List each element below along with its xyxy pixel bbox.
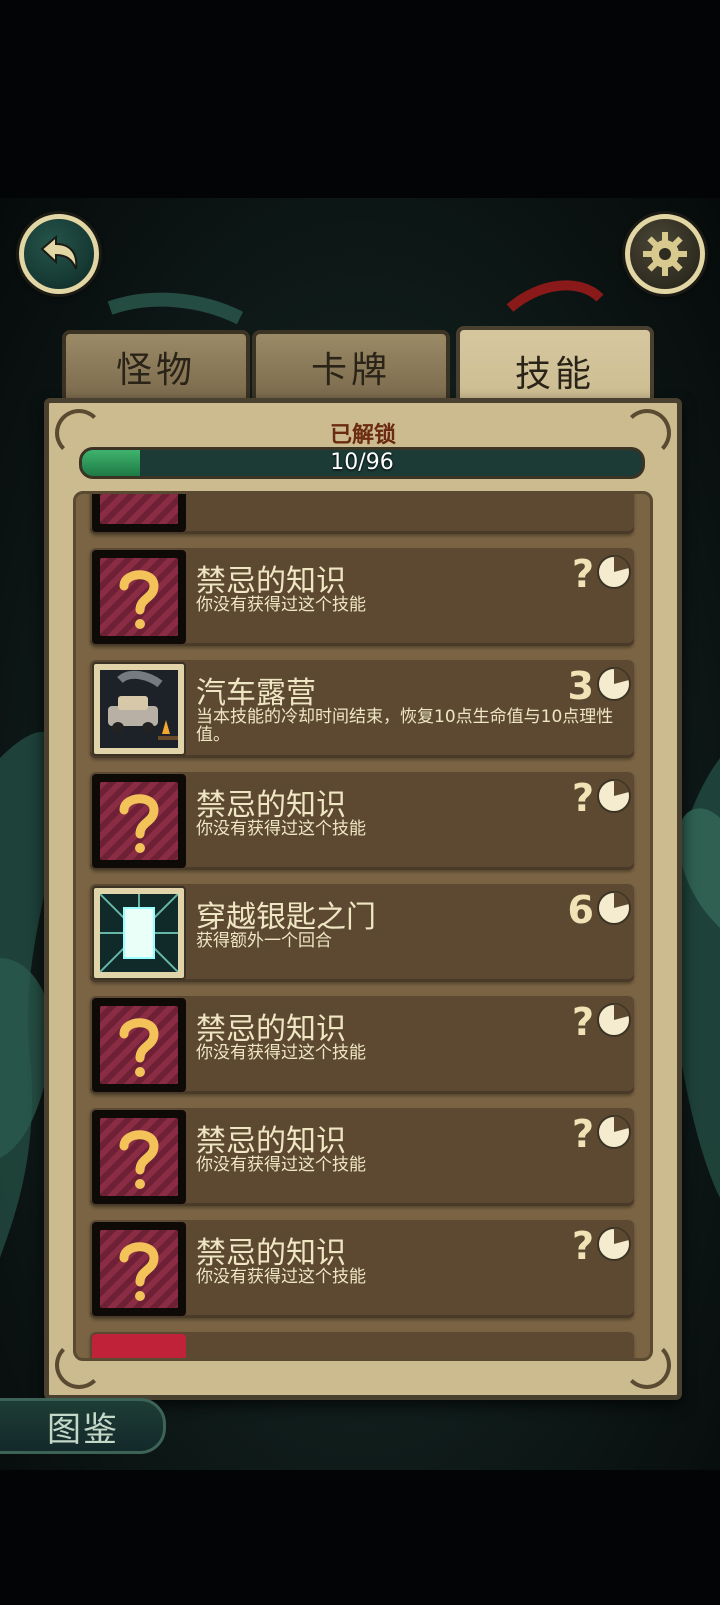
skill-row[interactable]: 禁忌的知识 你没有获得过这个技能?	[90, 548, 634, 646]
skill-name: 汽车露营	[196, 676, 316, 711]
cooldown-value: 3	[567, 664, 594, 708]
skill-name: 禁忌的知识	[196, 1124, 346, 1159]
skill-cooldown: 6	[568, 888, 632, 932]
cooldown-clock-icon	[596, 666, 632, 706]
cooldown-value: ?	[571, 552, 594, 596]
skill-name: 禁忌的知识	[196, 1012, 346, 1047]
glowing-gate-icon	[92, 886, 186, 980]
progress-count: 10/96	[330, 450, 394, 475]
skill-name: 禁忌的知识	[196, 564, 346, 599]
skill-row[interactable]: 汽车露营 当本技能的冷却时间结束，恢复10点生命值与10点理性值。 3	[90, 660, 634, 758]
skill-description: 你没有获得过这个技能	[196, 819, 366, 839]
cooldown-clock-icon	[596, 1002, 632, 1042]
question-mark-icon	[92, 998, 186, 1092]
skill-row[interactable]: 禁忌的知识 你没有获得过这个技能?	[90, 996, 634, 1094]
skill-description: 你没有获得过这个技能	[196, 1155, 366, 1175]
locked-skill-thumb	[92, 494, 186, 532]
cooldown-value: ?	[571, 1000, 594, 1044]
cooldown-clock-icon	[596, 1226, 632, 1266]
skill-description: 你没有获得过这个技能	[196, 1043, 366, 1063]
skill-cooldown: ?	[572, 552, 632, 596]
question-mark-icon	[92, 1110, 186, 1204]
skill-list-scroll[interactable]: 禁忌的知识 你没有获得过这个技能? 汽车露营 当本技能的冷却时间结束，恢复10点生命值…	[73, 491, 653, 1361]
skill-cooldown: ?	[572, 1000, 632, 1044]
unlocked-title: 已解锁	[329, 423, 396, 448]
cooldown-value: 6	[567, 888, 594, 932]
settings-button[interactable]	[625, 214, 705, 294]
skill-cooldown: ?	[572, 1224, 632, 1268]
skill-row-partial[interactable]	[90, 494, 634, 534]
skill-cooldown: ?	[572, 1112, 632, 1156]
skill-description: 你没有获得过这个技能	[196, 595, 366, 615]
skill-description: 当本技能的冷却时间结束，恢复10点生命值与10点理性值。	[196, 707, 614, 745]
cooldown-clock-icon	[596, 778, 632, 818]
skill-name: 禁忌的知识	[196, 1236, 346, 1271]
tab-cards-label: 卡牌	[310, 350, 391, 391]
tab-skills-label: 技能	[514, 354, 595, 395]
back-button[interactable]	[19, 214, 99, 294]
codex-label: 图鉴	[47, 1409, 119, 1450]
skill-cooldown: ?	[572, 776, 632, 820]
skill-description: 获得额外一个回合	[196, 931, 332, 951]
unlock-progress-bar: 10/96	[79, 447, 645, 479]
tab-monsters-label: 怪物	[115, 350, 196, 391]
cooldown-value: ?	[571, 1112, 594, 1156]
question-mark-icon	[92, 774, 186, 868]
gear-icon	[643, 232, 687, 276]
skill-description: 你没有获得过这个技能	[196, 1267, 366, 1287]
skill-row-partial[interactable]	[90, 1332, 634, 1358]
cooldown-clock-icon	[596, 1114, 632, 1154]
skill-codex-panel: 已解锁 10/96 禁忌的知识 你没有获得过这个技能? 汽车露营 当本技能的冷却时间结…	[44, 398, 682, 1400]
codex-button[interactable]: 图鉴	[0, 1398, 166, 1454]
skill-name: 穿越银匙之门	[196, 900, 376, 935]
car-campfire-icon	[92, 662, 186, 756]
skill-row[interactable]: 禁忌的知识 你没有获得过这个技能?	[90, 1108, 634, 1206]
skill-list: 禁忌的知识 你没有获得过这个技能? 汽车露营 当本技能的冷却时间结束，恢复10点生命值…	[90, 494, 634, 1358]
cooldown-value: ?	[571, 776, 594, 820]
cooldown-clock-icon	[596, 890, 632, 930]
back-arrow-icon	[40, 234, 78, 270]
skill-row[interactable]: 穿越银匙之门 获得额外一个回合 6	[90, 884, 634, 982]
question-mark-icon	[92, 550, 186, 644]
tab-cards[interactable]: 卡牌	[252, 330, 450, 400]
cooldown-value: ?	[571, 1224, 594, 1268]
question-mark-icon	[92, 1222, 186, 1316]
skill-row[interactable]: 禁忌的知识 你没有获得过这个技能?	[90, 772, 634, 870]
cooldown-clock-icon	[596, 554, 632, 594]
skill-name: 禁忌的知识	[196, 788, 346, 823]
locked-skill-thumb	[92, 1334, 186, 1358]
tab-monsters[interactable]: 怪物	[62, 330, 250, 400]
skill-row[interactable]: 禁忌的知识 你没有获得过这个技能?	[90, 1220, 634, 1318]
skill-cooldown: 3	[568, 664, 632, 708]
